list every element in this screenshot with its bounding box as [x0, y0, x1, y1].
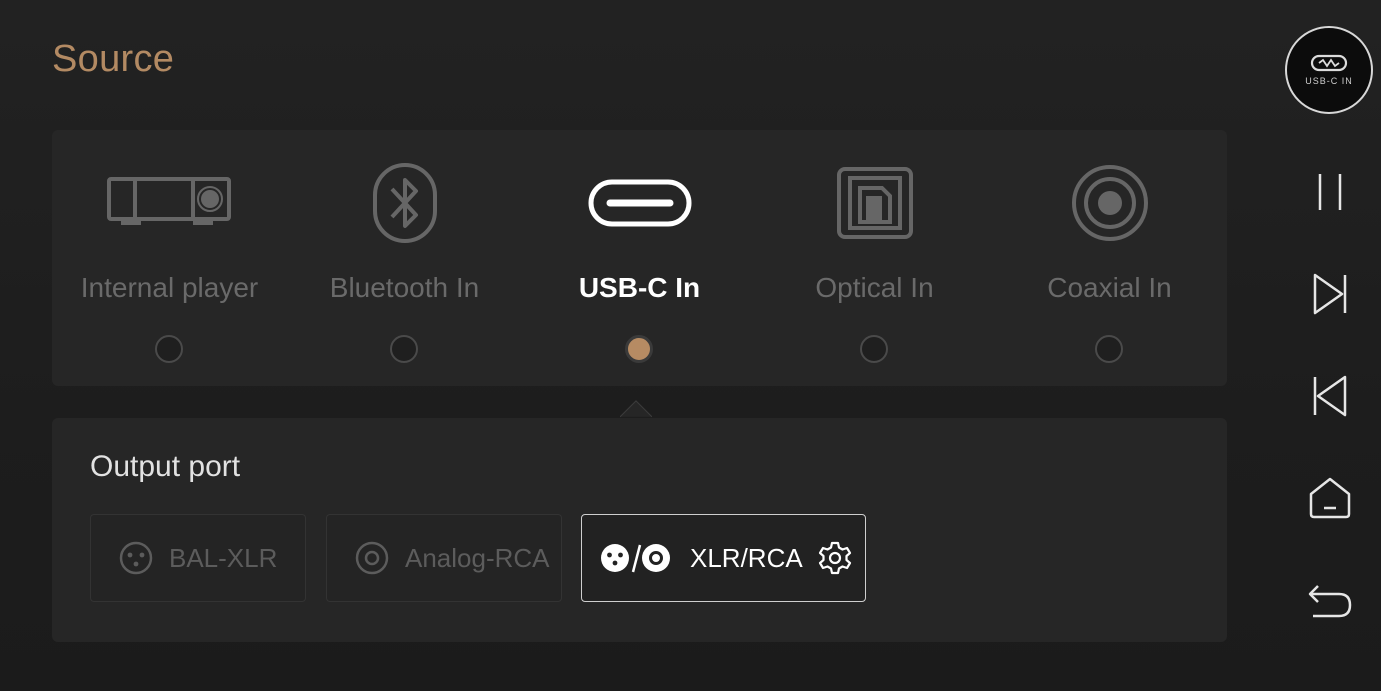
- source-optical-in[interactable]: Optical In: [757, 130, 992, 386]
- rca-icon: [355, 541, 389, 575]
- page-title: Source: [52, 38, 175, 80]
- source-label: Internal player: [80, 272, 259, 303]
- optical-icon: [757, 160, 992, 246]
- source-label: Optical In: [815, 272, 934, 303]
- port-xlr-rca-button[interactable]: XLR/RCA: [581, 514, 866, 602]
- coaxial-icon: [992, 160, 1227, 246]
- bluetooth-icon: [287, 160, 522, 246]
- previous-track-button[interactable]: [1300, 366, 1360, 426]
- usb-c-icon: [522, 160, 757, 246]
- source-coaxial-in[interactable]: Coaxial In: [992, 130, 1227, 386]
- pause-button[interactable]: [1300, 162, 1360, 222]
- source-panel: Internal player Bluetooth In USB-C In Op…: [52, 130, 1227, 386]
- source-usb-c-in[interactable]: USB-C In: [522, 130, 757, 386]
- back-button[interactable]: [1300, 572, 1360, 632]
- port-label: Analog-RCA: [405, 542, 550, 573]
- current-source-badge[interactable]: USB-C IN: [1285, 26, 1373, 114]
- next-track-icon: [1312, 272, 1348, 316]
- source-label: Coaxial In: [1047, 272, 1172, 303]
- port-bal-xlr-button[interactable]: BAL-XLR: [90, 514, 306, 602]
- port-analog-rca-button[interactable]: Analog-RCA: [326, 514, 562, 602]
- back-icon: [1307, 584, 1353, 620]
- source-radio[interactable]: [389, 335, 418, 363]
- source-internal-player[interactable]: Internal player: [52, 130, 287, 386]
- pause-icon: [1315, 172, 1345, 212]
- source-radio-selected[interactable]: [624, 335, 653, 363]
- gear-icon[interactable]: [817, 540, 853, 576]
- output-port-panel: Output port BAL-XLR Analog-RCA XLR/RCA: [52, 418, 1227, 642]
- previous-track-icon: [1312, 374, 1348, 418]
- output-port-title: Output port: [90, 450, 241, 483]
- source-radio[interactable]: [154, 335, 183, 363]
- source-radio[interactable]: [1094, 335, 1123, 363]
- current-source-label: USB-C IN: [1305, 76, 1353, 86]
- selection-pointer: [620, 400, 652, 418]
- source-radio[interactable]: [859, 335, 888, 363]
- source-screen: Source Internal player Bluetooth In USB-…: [0, 0, 1381, 691]
- source-bluetooth-in[interactable]: Bluetooth In: [287, 130, 522, 386]
- port-label: XLR/RCA: [690, 542, 803, 573]
- xlr-rca-icon: [600, 541, 672, 575]
- source-label: USB-C In: [578, 272, 701, 303]
- next-track-button[interactable]: [1300, 264, 1360, 324]
- xlr-icon: [119, 541, 153, 575]
- source-label: Bluetooth In: [329, 272, 480, 303]
- home-button[interactable]: [1300, 468, 1360, 528]
- usb-c-icon: [1310, 54, 1348, 72]
- player-device-icon: [52, 160, 287, 246]
- home-icon: [1308, 476, 1352, 520]
- port-label: BAL-XLR: [169, 542, 278, 573]
